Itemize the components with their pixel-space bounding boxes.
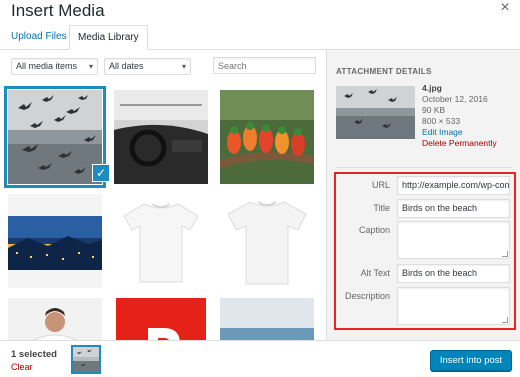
- caption-label: Caption: [358, 225, 390, 235]
- attachment-city-night[interactable]: [8, 194, 102, 288]
- attachment-thumbnail: [336, 86, 415, 139]
- city-night-image: [8, 194, 102, 288]
- edit-image-link[interactable]: Edit Image: [422, 127, 497, 138]
- birds-image: [8, 90, 102, 184]
- title-field[interactable]: Birds on the beach: [397, 199, 510, 218]
- chevron-down-icon: ▾: [181, 62, 186, 71]
- media-toolbar: All media items ▾ All dates ▾: [0, 50, 325, 82]
- details-heading: ATTACHMENT DETAILS: [336, 67, 432, 76]
- checkmark-icon[interactable]: ✓: [92, 164, 110, 182]
- attachment-filename: 4.jpg: [422, 83, 442, 93]
- sea-shore-image: [220, 298, 314, 340]
- selection-count: 1 selected: [11, 349, 57, 360]
- title-label: Title: [373, 203, 390, 213]
- attachment-sea-shore[interactable]: [220, 298, 314, 340]
- date-filter[interactable]: All dates ▾: [104, 58, 191, 75]
- close-icon[interactable]: ×: [498, 0, 512, 16]
- description-field[interactable]: [397, 287, 510, 325]
- attachments-grid: ✓: [0, 82, 325, 340]
- attachment-man-tshirt[interactable]: [8, 298, 102, 340]
- tshirt-image: [114, 194, 208, 288]
- attachment-white-tshirt-2[interactable]: [220, 194, 314, 288]
- attachment-white-tshirt[interactable]: [114, 194, 208, 288]
- selected-thumbnail[interactable]: [71, 345, 101, 374]
- resize-handle-icon[interactable]: [502, 251, 508, 257]
- alt-text-field[interactable]: Birds on the beach: [397, 264, 510, 283]
- selected-thumbnail-image: [73, 347, 99, 372]
- details-divider: [336, 167, 512, 168]
- attachment-dimensions: 800 × 533: [422, 116, 461, 126]
- attachment-birds-on-beach[interactable]: [8, 90, 102, 184]
- resize-handle-icon[interactable]: [502, 317, 508, 323]
- clear-selection-link[interactable]: Clear: [11, 362, 33, 372]
- url-field[interactable]: http://example.com/wp-con: [397, 176, 510, 195]
- man-image: [8, 298, 102, 340]
- attachment-parrots[interactable]: [220, 90, 314, 184]
- red-logo-image: [114, 298, 208, 340]
- caption-field[interactable]: [397, 221, 510, 259]
- insert-media-modal: Insert Media × Upload Files Media Librar…: [0, 0, 520, 377]
- tab-media-library[interactable]: Media Library: [69, 25, 148, 50]
- thumbnail-image: [336, 86, 415, 139]
- delete-permanently-link[interactable]: Delete Permanently: [422, 138, 497, 149]
- modal-title: Insert Media: [11, 1, 105, 20]
- attachment-car-interior[interactable]: [114, 90, 208, 184]
- parrots-image: [220, 90, 314, 184]
- attachment-size: 90 KB: [422, 105, 446, 115]
- attachment-date: October 12, 2016: [422, 94, 488, 104]
- media-tabs: Upload Files Media Library: [0, 25, 520, 50]
- media-type-filter[interactable]: All media items ▾: [11, 58, 98, 75]
- car-interior-image: [114, 90, 208, 184]
- insert-into-post-button[interactable]: Insert into post: [430, 350, 512, 371]
- search-input[interactable]: [213, 57, 316, 74]
- date-filter-value: All dates: [109, 61, 144, 71]
- tab-upload-files[interactable]: Upload Files: [11, 25, 67, 50]
- media-footer: 1 selected Clear Insert into post: [0, 340, 520, 377]
- url-label: URL: [371, 180, 390, 190]
- attachment-red-logo[interactable]: [114, 298, 208, 340]
- attachment-settings: URL http://example.com/wp-con Title Bird…: [334, 172, 516, 330]
- description-label: Description: [344, 291, 390, 301]
- attachment-meta: 4.jpg October 12, 2016 90 KB 800 × 533 E…: [422, 83, 497, 149]
- tshirt-2-image: [220, 194, 314, 288]
- chevron-down-icon: ▾: [88, 62, 93, 71]
- alt-text-label: Alt Text: [360, 268, 390, 278]
- media-type-value: All media items: [16, 61, 78, 71]
